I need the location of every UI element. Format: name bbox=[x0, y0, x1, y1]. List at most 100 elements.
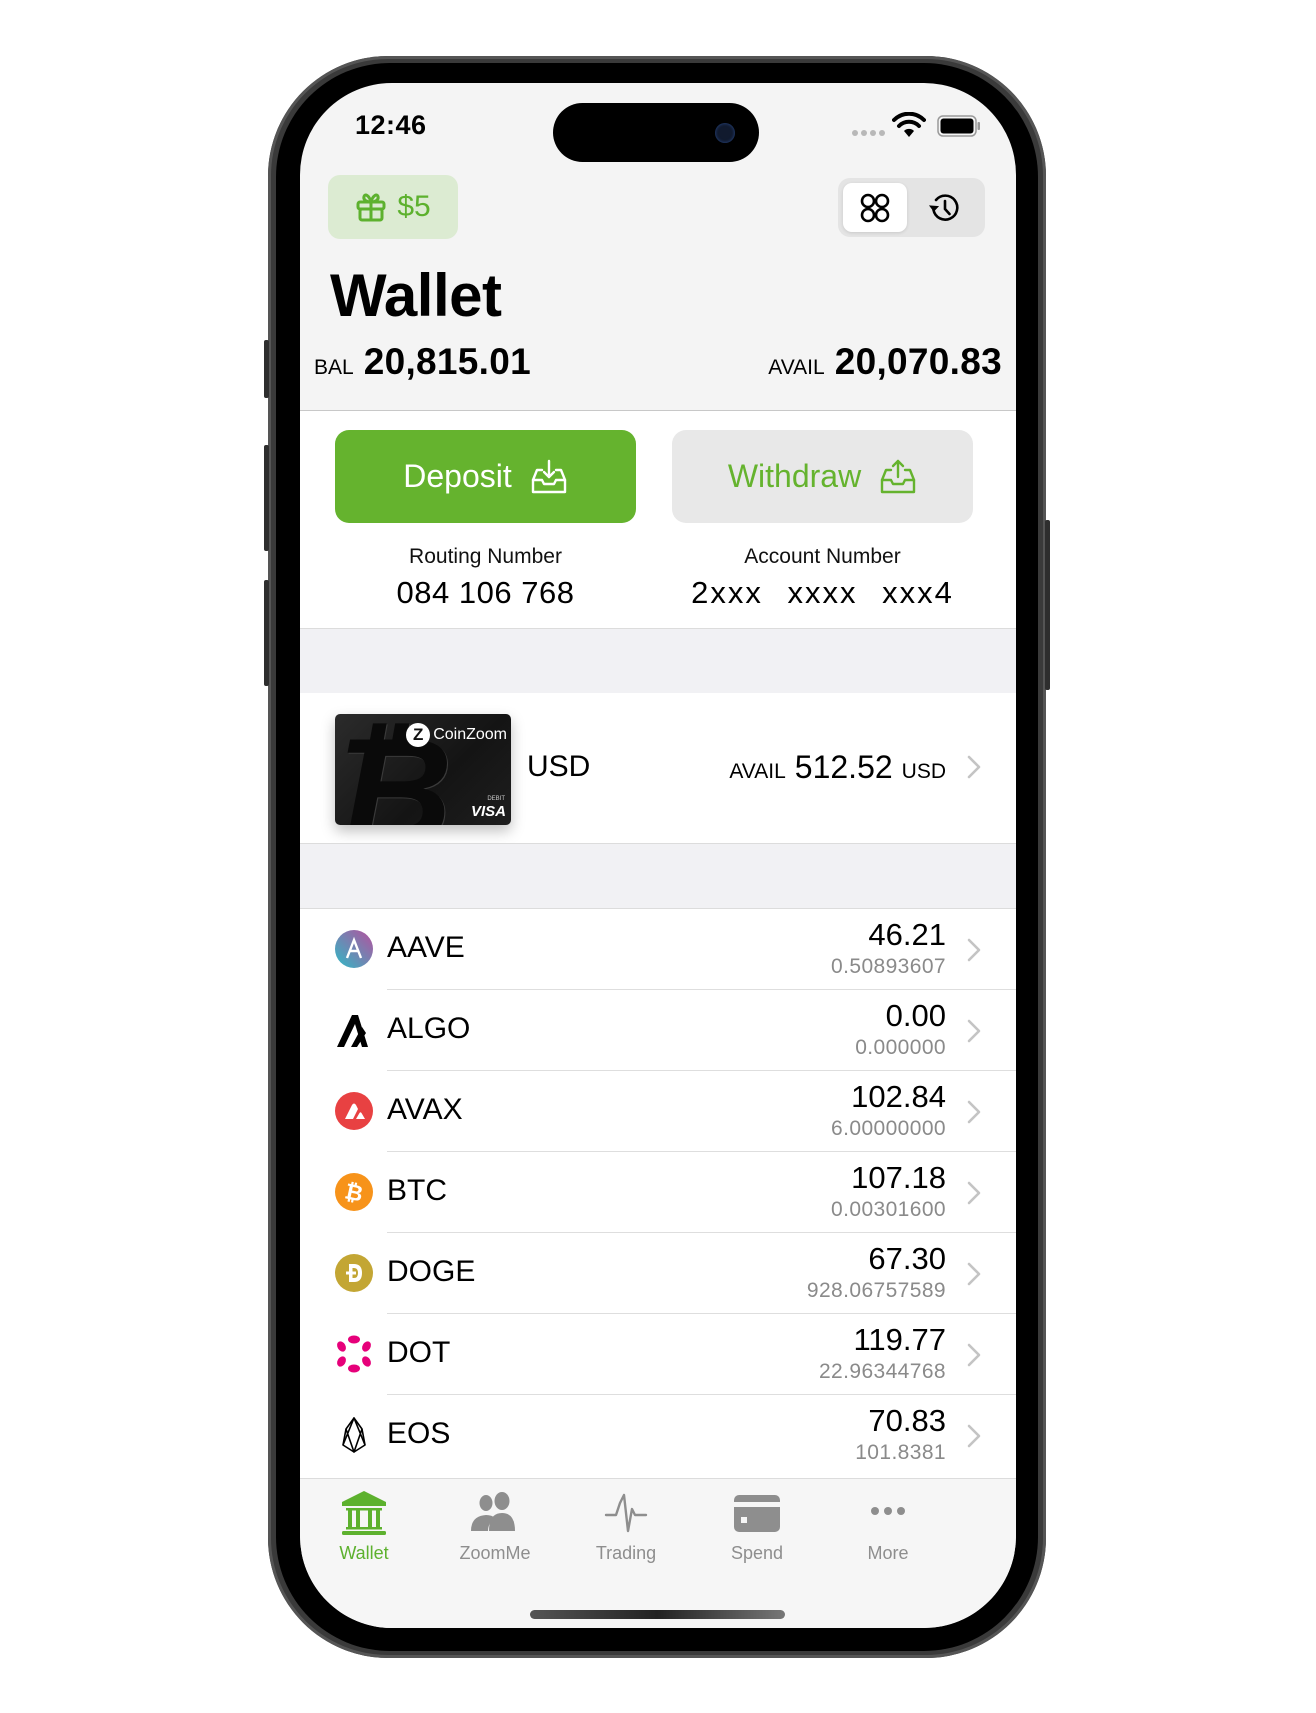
wifi-icon bbox=[892, 112, 926, 137]
available-value: 20,070.83 bbox=[834, 341, 1002, 382]
balance-label: BAL bbox=[314, 356, 354, 379]
chevron-right-icon bbox=[967, 938, 981, 962]
withdraw-button[interactable]: Withdraw bbox=[672, 430, 973, 523]
chevron-right-icon bbox=[967, 1262, 981, 1286]
asset-quantity: 0.00301600 bbox=[831, 1198, 946, 1221]
balance-value: 20,815.01 bbox=[363, 341, 532, 382]
people-icon bbox=[471, 1492, 515, 1531]
tab-spend[interactable]: Spend bbox=[697, 1489, 817, 1564]
asset-quantity: 6.00000000 bbox=[831, 1117, 946, 1140]
asset-usd-value: 70.83 bbox=[868, 1403, 946, 1438]
asset-usd-value: 0.00 bbox=[885, 998, 946, 1033]
asset-quantity: 22.96344768 bbox=[818, 1360, 946, 1383]
asset-row-dot[interactable]: DOT 119.77 22.96344768 bbox=[300, 1314, 1016, 1395]
page-title: Wallet bbox=[330, 262, 502, 329]
card-avail-currency: USD bbox=[901, 760, 946, 783]
chevron-right-icon bbox=[967, 1100, 981, 1124]
account-number-value[interactable]: 2xxx xxxx xxx4 bbox=[672, 575, 973, 611]
asset-usd-value: 46.21 bbox=[868, 917, 946, 952]
tab-label: Trading bbox=[595, 1543, 657, 1563]
available-label: AVAIL bbox=[768, 356, 825, 379]
asset-quantity: 0.50893607 bbox=[831, 955, 946, 978]
asset-symbol: DOT bbox=[387, 1336, 451, 1369]
tab-wallet[interactable]: Wallet bbox=[304, 1489, 424, 1564]
total-balance: BAL 20,815.01 bbox=[314, 341, 531, 383]
available-balance: AVAIL 20,070.83 bbox=[768, 341, 1002, 383]
asset-list: AAVE 46.21 0.50893607 ALGO 0.00 0.000000 bbox=[300, 909, 1016, 1478]
volume-down-button bbox=[264, 580, 269, 686]
asset-row-doge[interactable]: DOGE 67.30 928.06757589 bbox=[300, 1233, 1016, 1314]
card-icon bbox=[734, 1495, 780, 1532]
card-type: DEBIT bbox=[487, 796, 505, 802]
routing-number-value[interactable]: 084 106 768 bbox=[335, 575, 636, 611]
section-spacer bbox=[300, 628, 1016, 694]
home-indicator[interactable] bbox=[530, 1610, 785, 1619]
tab-label: ZoomMe bbox=[459, 1543, 531, 1563]
debit-card-image: ₿ Z CoinZoom DEBIT VISA bbox=[335, 714, 511, 825]
action-button bbox=[264, 340, 269, 398]
asset-row-btc[interactable]: ₿ BTC 107.18 0.00301600 bbox=[300, 1152, 1016, 1233]
withdraw-label: Withdraw bbox=[727, 458, 862, 494]
section-spacer bbox=[300, 843, 1016, 909]
deposit-label: Deposit bbox=[403, 458, 512, 494]
more-icon bbox=[871, 1507, 905, 1515]
tab-more[interactable]: More bbox=[828, 1489, 948, 1564]
asset-usd-value: 107.18 bbox=[851, 1160, 946, 1195]
tab-bar: Wallet ZoomMe Trading Spend More bbox=[300, 1478, 1016, 1628]
history-view-button[interactable] bbox=[912, 183, 976, 232]
avax-icon bbox=[335, 1092, 373, 1130]
algo-icon bbox=[337, 1015, 368, 1047]
pulse-icon bbox=[604, 1493, 648, 1533]
card-avail-label: AVAIL bbox=[729, 760, 786, 783]
chevron-right-icon bbox=[967, 1424, 981, 1448]
account-number: Account Number 2xxx xxxx xxx4 bbox=[672, 545, 973, 611]
usd-card-row[interactable]: ₿ Z CoinZoom DEBIT VISA USD AVAIL 512.52… bbox=[300, 693, 1016, 843]
asset-quantity: 0.000000 bbox=[855, 1036, 946, 1059]
routing-number: Routing Number 084 106 768 bbox=[335, 545, 636, 611]
asset-symbol: EOS bbox=[387, 1417, 451, 1450]
asset-usd-value: 67.30 bbox=[868, 1241, 946, 1276]
gift-icon bbox=[356, 193, 386, 222]
view-toggle bbox=[838, 178, 985, 237]
card-available: AVAIL 512.52 USD bbox=[729, 749, 946, 786]
asset-row-aave[interactable]: AAVE 46.21 0.50893607 bbox=[300, 909, 1016, 990]
dot-icon bbox=[337, 1335, 371, 1373]
chevron-right-icon bbox=[967, 755, 981, 779]
card-currency: USD bbox=[527, 750, 591, 783]
history-icon bbox=[928, 193, 959, 221]
dynamic-island bbox=[553, 103, 759, 162]
card-network: VISA bbox=[470, 803, 506, 820]
tab-zoomme[interactable]: ZoomMe bbox=[435, 1489, 555, 1564]
aave-icon bbox=[335, 930, 373, 968]
balance-row: BAL 20,815.01 AVAIL 20,070.83 bbox=[314, 341, 1002, 391]
gift-reward-button[interactable]: $5 bbox=[328, 175, 458, 239]
tray-upload-icon bbox=[880, 459, 916, 493]
volume-up-button bbox=[264, 445, 269, 551]
battery-icon bbox=[937, 115, 980, 137]
asset-quantity: 928.06757589 bbox=[806, 1279, 946, 1302]
camera-icon bbox=[715, 123, 735, 143]
grid-icon bbox=[860, 193, 890, 222]
asset-symbol: ALGO bbox=[387, 1012, 471, 1045]
card-avail-value: 512.52 bbox=[794, 749, 893, 785]
doge-icon bbox=[335, 1254, 373, 1292]
bank-icon bbox=[342, 1491, 386, 1535]
gift-amount: $5 bbox=[397, 190, 431, 223]
chevron-right-icon bbox=[967, 1019, 981, 1043]
asset-row-algo[interactable]: ALGO 0.00 0.000000 bbox=[300, 990, 1016, 1071]
status-time: 12:46 bbox=[355, 110, 427, 140]
asset-symbol: DOGE bbox=[387, 1255, 476, 1288]
power-button bbox=[1045, 520, 1050, 690]
coinzoom-logo: Z CoinZoom bbox=[406, 723, 507, 747]
tab-label: Spend bbox=[730, 1543, 784, 1563]
eos-icon bbox=[342, 1417, 366, 1453]
asset-row-eos[interactable]: EOS 70.83 101.8381 bbox=[300, 1395, 1016, 1476]
chevron-right-icon bbox=[967, 1181, 981, 1205]
tab-label: Wallet bbox=[339, 1543, 389, 1563]
asset-symbol: AAVE bbox=[387, 931, 465, 964]
tab-trading[interactable]: Trading bbox=[566, 1489, 686, 1564]
routing-number-label: Routing Number bbox=[409, 545, 562, 568]
asset-row-avax[interactable]: AVAX 102.84 6.00000000 bbox=[300, 1071, 1016, 1152]
grid-view-button[interactable] bbox=[843, 183, 907, 232]
deposit-button[interactable]: Deposit bbox=[335, 430, 636, 523]
